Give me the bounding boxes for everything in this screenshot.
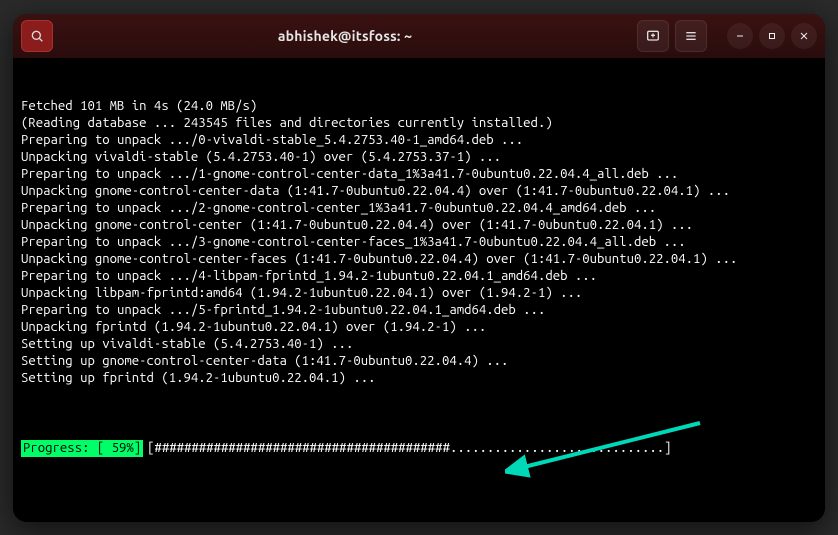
terminal-line: Setting up fprintd (1.94.2-1ubuntu0.22.0… (21, 370, 817, 387)
terminal-line: Preparing to unpack .../5-fprintd_1.94.2… (21, 302, 817, 319)
terminal-body[interactable]: Fetched 101 MB in 4s (24.0 MB/s)(Reading… (13, 58, 825, 522)
terminal-line: Preparing to unpack .../2-gnome-control-… (21, 200, 817, 217)
terminal-window: abhishek@itsfoss: ~ (13, 14, 825, 522)
terminal-line: Preparing to unpack .../4-libpam-fprintd… (21, 268, 817, 285)
terminal-line: (Reading database ... 243545 files and d… (21, 115, 817, 132)
maximize-button[interactable] (759, 23, 785, 49)
progress-row: Progress: [ 59%] [######################… (21, 440, 817, 457)
maximize-icon (766, 30, 778, 42)
terminal-line: Setting up gnome-control-center-data (1:… (21, 353, 817, 370)
close-icon (798, 30, 810, 42)
new-tab-button[interactable] (637, 20, 669, 52)
close-button[interactable] (791, 23, 817, 49)
terminal-line: Preparing to unpack .../3-gnome-control-… (21, 234, 817, 251)
terminal-line: Unpacking gnome-control-center (1:41.7-0… (21, 217, 817, 234)
minimize-button[interactable] (727, 23, 753, 49)
titlebar: abhishek@itsfoss: ~ (13, 14, 825, 58)
window-title: abhishek@itsfoss: ~ (59, 28, 631, 44)
progress-label: Progress: [ 59%] (21, 440, 143, 457)
terminal-output: Fetched 101 MB in 4s (24.0 MB/s)(Reading… (21, 98, 817, 387)
terminal-line: Unpacking gnome-control-center-data (1:4… (21, 183, 817, 200)
terminal-line: Unpacking libpam-fprintd:amd64 (1.94.2-1… (21, 285, 817, 302)
hamburger-icon (683, 28, 699, 44)
search-button[interactable] (21, 20, 53, 52)
terminal-line: Setting up vivaldi-stable (5.4.2753.40-1… (21, 336, 817, 353)
progress-bar: [#######################################… (147, 440, 671, 457)
titlebar-right-group (637, 20, 817, 52)
menu-button[interactable] (675, 20, 707, 52)
terminal-line: Preparing to unpack .../1-gnome-control-… (21, 166, 817, 183)
terminal-line: Fetched 101 MB in 4s (24.0 MB/s) (21, 98, 817, 115)
terminal-line: Unpacking fprintd (1.94.2-1ubuntu0.22.04… (21, 319, 817, 336)
new-tab-icon (645, 28, 661, 44)
terminal-line: Unpacking gnome-control-center-faces (1:… (21, 251, 817, 268)
minimize-icon (734, 30, 746, 42)
terminal-line: Unpacking vivaldi-stable (5.4.2753.40-1)… (21, 149, 817, 166)
search-icon (29, 28, 45, 44)
terminal-line: Preparing to unpack .../0-vivaldi-stable… (21, 132, 817, 149)
